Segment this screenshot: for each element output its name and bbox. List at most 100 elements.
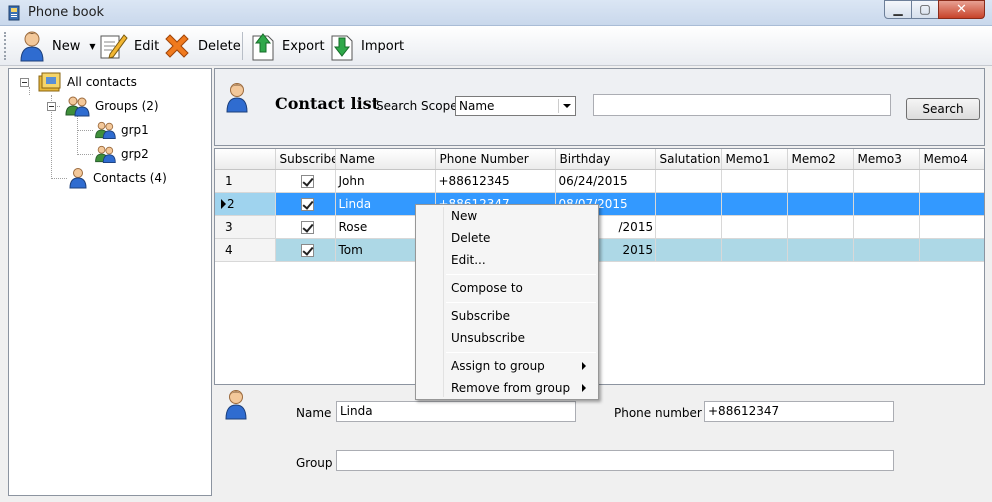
menu-item-unsubscribe[interactable]: Unsubscribe: [418, 328, 596, 348]
menu-item-assign-to-group[interactable]: Assign to group: [418, 356, 596, 376]
subscribe-checkbox[interactable]: [300, 174, 314, 188]
menu-item-delete[interactable]: Delete: [418, 228, 596, 248]
memo3-cell[interactable]: [853, 215, 920, 239]
tree-node-grp1[interactable]: grp1: [93, 119, 149, 141]
tree-node-groups[interactable]: Groups (2): [63, 95, 159, 117]
phone-cell[interactable]: +88612345: [435, 169, 556, 193]
memo3-cell[interactable]: [853, 169, 920, 193]
salutation-cell[interactable]: [655, 192, 722, 216]
chevron-down-icon[interactable]: [558, 99, 573, 113]
birthday-cell[interactable]: 06/24/2015: [555, 169, 656, 193]
column-header-memo3[interactable]: Memo3: [853, 149, 920, 170]
maximize-button[interactable]: ▢: [911, 0, 939, 19]
row-header[interactable]: 1: [215, 169, 276, 193]
title-bar: Phone book ▁ ▢ ✕: [0, 0, 992, 26]
subscribe-cell[interactable]: [275, 192, 336, 216]
subscribe-cell[interactable]: [275, 169, 336, 193]
tree-node-contacts[interactable]: Contacts (4): [67, 167, 167, 189]
column-header-memo2[interactable]: Memo2: [787, 149, 854, 170]
table-row-selected[interactable]: 2 Linda +88612347 08/07/2015: [215, 192, 984, 216]
memo1-cell[interactable]: [721, 169, 788, 193]
menu-item-new[interactable]: New: [418, 206, 596, 226]
memo2-cell[interactable]: [787, 215, 854, 239]
salutation-cell[interactable]: [655, 238, 722, 262]
subscribe-checkbox[interactable]: [300, 220, 314, 234]
phone-book-icon: [8, 5, 20, 21]
phone-number-field[interactable]: +88612347: [704, 401, 894, 422]
minimize-button[interactable]: ▁: [884, 0, 912, 19]
delete-button[interactable]: Delete: [162, 29, 241, 63]
salutation-cell[interactable]: [655, 215, 722, 239]
tree-node-grp2[interactable]: grp2: [93, 143, 149, 165]
toolbar: New ▼ Edit Delete Export Import: [0, 26, 992, 66]
menu-item-edit[interactable]: Edit...: [418, 250, 596, 270]
column-header-salutation[interactable]: Salutation: [655, 149, 722, 170]
row-header[interactable]: 4: [215, 238, 276, 262]
memo4-cell[interactable]: [919, 169, 984, 193]
search-scope-select[interactable]: Name: [455, 96, 576, 116]
table-row[interactable]: 3 Rose /2015: [215, 215, 984, 239]
tree-node-all-contacts[interactable]: All contacts: [37, 71, 137, 93]
column-header-memo4[interactable]: Memo4: [919, 149, 984, 170]
column-header-subscribe[interactable]: Subscribe: [275, 149, 336, 170]
subscribe-cell[interactable]: [275, 215, 336, 239]
group-field[interactable]: [336, 450, 894, 471]
close-icon: ✕: [956, 2, 967, 17]
subscribe-cell[interactable]: [275, 238, 336, 262]
table-row[interactable]: 1 John +88612345 06/24/2015: [215, 169, 984, 193]
contacts-tree[interactable]: All contacts Groups (2) grp1 grp2 Contac…: [8, 68, 212, 496]
tree-label-groups: Groups (2): [95, 99, 159, 113]
column-header-birthday[interactable]: Birthday: [555, 149, 656, 170]
name-field[interactable]: Linda: [336, 401, 576, 422]
subscribe-checkbox[interactable]: [300, 243, 314, 257]
salutation-cell[interactable]: [655, 169, 722, 193]
memo3-cell[interactable]: [853, 238, 920, 262]
menu-item-remove-label: Remove from group: [451, 381, 571, 395]
groups-expander[interactable]: [47, 102, 56, 111]
memo2-cell[interactable]: [787, 192, 854, 216]
row-header[interactable]: 2: [215, 192, 276, 216]
contact-detail-panel: Name Linda Phone number +88612347 Group: [214, 385, 985, 496]
memo4-cell[interactable]: [919, 215, 984, 239]
column-header-phone[interactable]: Phone Number: [435, 149, 556, 170]
export-button[interactable]: Export: [250, 29, 325, 63]
name-cell[interactable]: John: [335, 169, 436, 193]
export-label: Export: [282, 38, 325, 54]
column-header-name[interactable]: Name: [335, 149, 436, 170]
all-contacts-expander[interactable]: [20, 78, 29, 87]
memo2-cell[interactable]: [787, 169, 854, 193]
menu-item-remove-from-group[interactable]: Remove from group: [418, 378, 596, 398]
memo1-cell[interactable]: [721, 238, 788, 262]
group-icon: [65, 96, 90, 117]
new-button[interactable]: New ▼: [18, 29, 96, 63]
search-scope-label: Search Scope: [376, 99, 458, 113]
memo3-cell[interactable]: [853, 192, 920, 216]
search-button[interactable]: Search: [906, 98, 980, 120]
new-dropdown-icon[interactable]: ▼: [89, 42, 95, 51]
column-header-memo1[interactable]: Memo1: [721, 149, 788, 170]
search-input[interactable]: [593, 94, 891, 116]
memo4-cell[interactable]: [919, 238, 984, 262]
row-header-corner[interactable]: [215, 149, 276, 170]
tree-label-grp1: grp1: [121, 123, 149, 137]
import-button[interactable]: Import: [329, 29, 404, 63]
memo2-cell[interactable]: [787, 238, 854, 262]
toolbar-grip[interactable]: [4, 32, 7, 60]
edit-button[interactable]: Edit: [98, 29, 159, 63]
page-title: Contact list: [275, 94, 380, 113]
menu-item-subscribe[interactable]: Subscribe: [418, 306, 596, 326]
group-icon: [95, 121, 116, 139]
row-header[interactable]: 3: [215, 215, 276, 239]
tree-label-contacts: Contacts (4): [93, 171, 167, 185]
table-row[interactable]: 4 Tom 2015: [215, 238, 984, 262]
subscribe-checkbox[interactable]: [300, 197, 314, 211]
close-button[interactable]: ✕: [938, 0, 985, 19]
contacts-grid[interactable]: Subscribe Name Phone Number Birthday Sal…: [214, 148, 985, 385]
memo4-cell[interactable]: [919, 192, 984, 216]
submenu-arrow-icon: [582, 384, 586, 392]
memo1-cell[interactable]: [721, 192, 788, 216]
menu-item-compose-to[interactable]: Compose to: [418, 278, 596, 298]
maximize-icon: ▢: [919, 2, 931, 16]
submenu-arrow-icon: [582, 362, 586, 370]
memo1-cell[interactable]: [721, 215, 788, 239]
